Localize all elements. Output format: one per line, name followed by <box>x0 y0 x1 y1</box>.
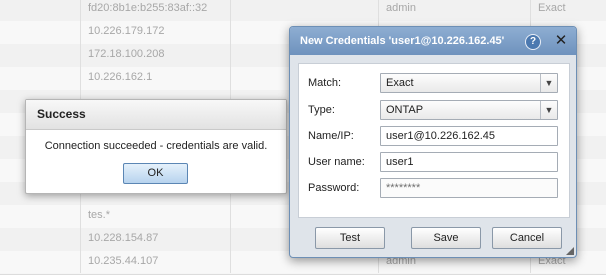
new-credentials-dialog: New Credentials 'user1@10.226.162.45' ? … <box>289 26 577 258</box>
user-name-input[interactable]: user1 <box>380 152 558 172</box>
chevron-down-icon[interactable]: ▼ <box>540 101 557 119</box>
chevron-down-icon[interactable]: ▼ <box>540 74 557 92</box>
password-value: ******** <box>386 182 421 194</box>
match-label: Match: <box>308 77 342 89</box>
password-input[interactable]: ******** <box>380 178 558 198</box>
type-value: ONTAP <box>386 104 424 116</box>
success-message: Connection succeeded - credentials are v… <box>44 140 268 152</box>
test-button[interactable]: Test <box>315 227 385 249</box>
type-select[interactable]: ONTAP ▼ <box>380 100 558 120</box>
user-name-value: user1 <box>386 156 414 168</box>
match-select[interactable]: Exact ▼ <box>380 73 558 93</box>
help-icon[interactable]: ? <box>525 34 541 50</box>
dialog-title: New Credentials 'user1@10.226.162.45' <box>300 35 505 47</box>
type-label: Type: <box>308 104 335 116</box>
user-name-label: User name: <box>308 156 365 168</box>
success-dialog-title: Success <box>26 100 286 130</box>
credentials-form: Match: Exact ▼ Type: ONTAP ▼ Name/IP: us… <box>298 63 570 218</box>
password-label: Password: <box>308 182 360 194</box>
save-button[interactable]: Save <box>411 227 481 249</box>
resize-grip-icon[interactable] <box>566 247 574 255</box>
cancel-button[interactable]: Cancel <box>492 227 562 249</box>
close-icon[interactable]: ✕ <box>554 27 568 55</box>
name-ip-label: Name/IP: <box>308 130 354 142</box>
match-value: Exact <box>386 77 414 89</box>
ok-button[interactable]: OK <box>123 163 188 184</box>
name-ip-input[interactable]: user1@10.226.162.45 <box>380 126 558 146</box>
name-ip-value: user1@10.226.162.45 <box>386 130 496 142</box>
success-dialog: Success Connection succeeded - credentia… <box>25 99 287 194</box>
dialog-title-bar[interactable]: New Credentials 'user1@10.226.162.45' ? … <box>290 27 576 55</box>
